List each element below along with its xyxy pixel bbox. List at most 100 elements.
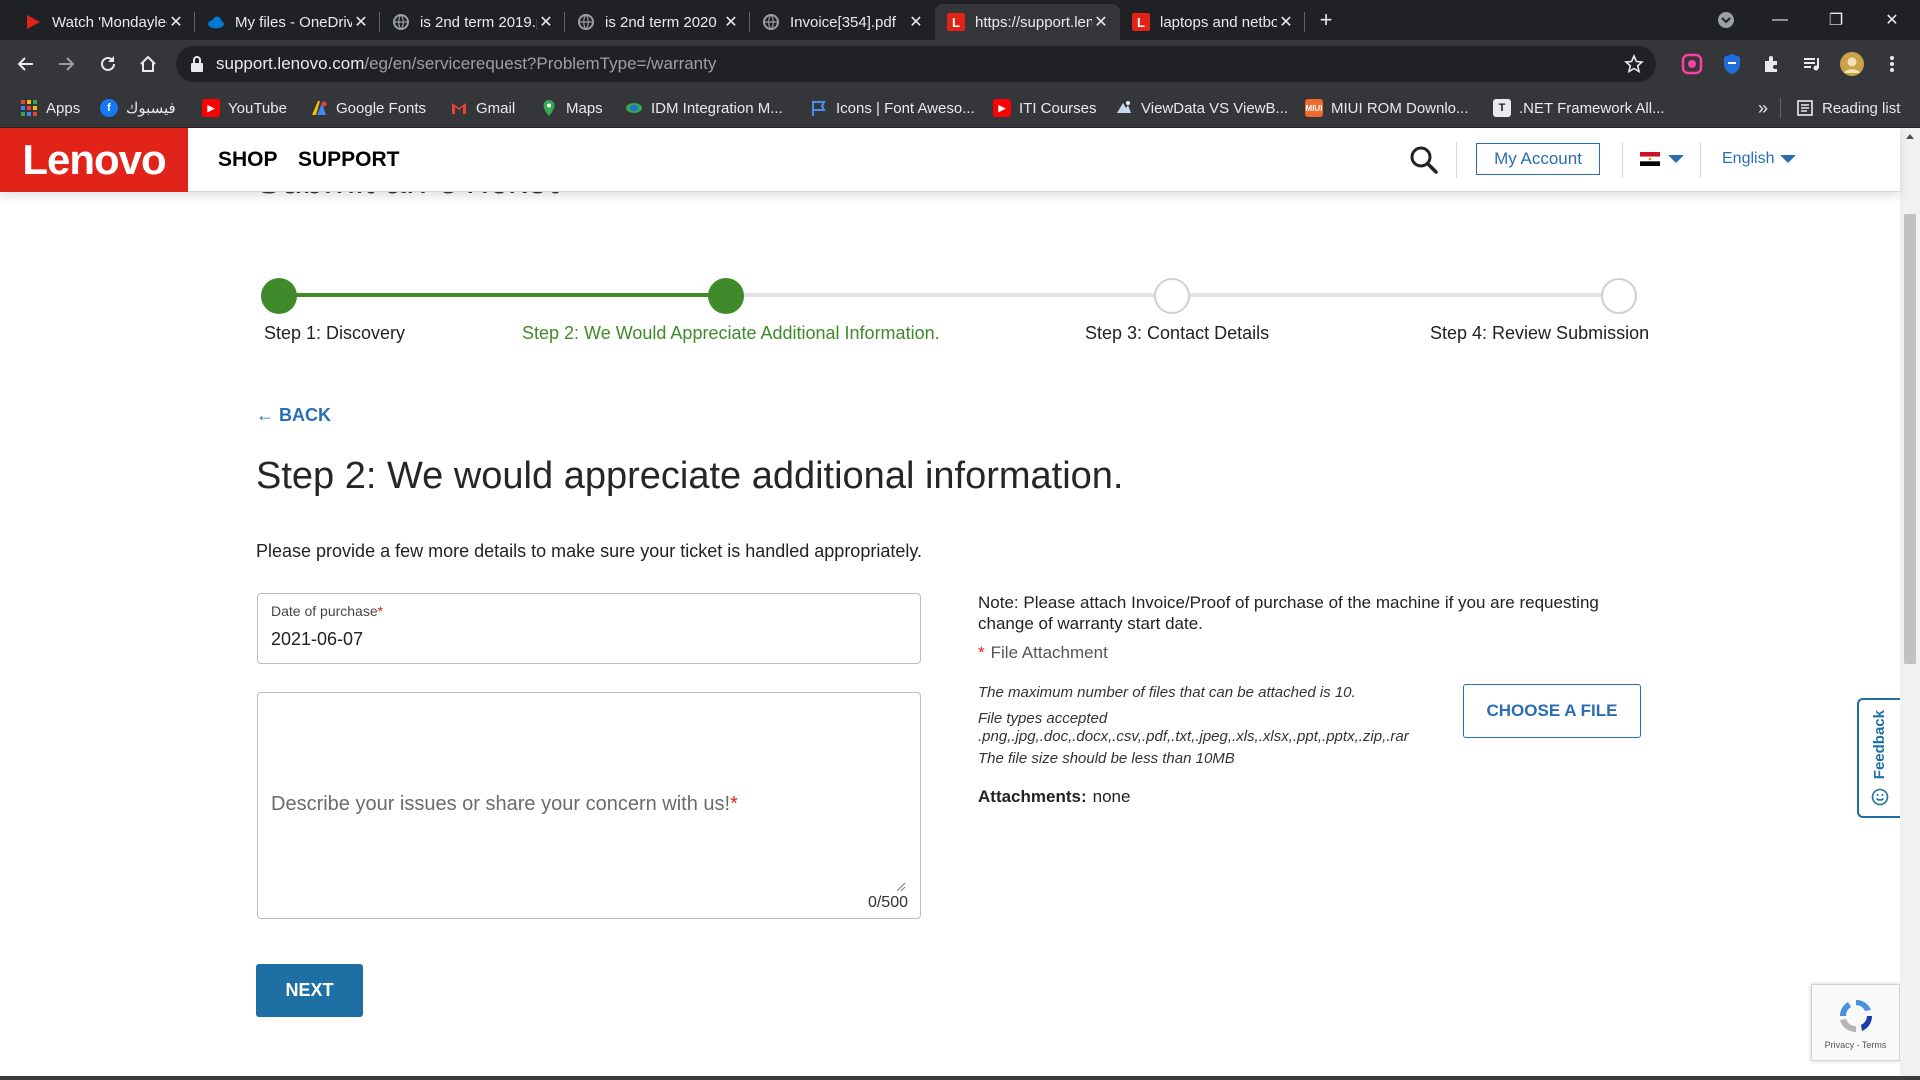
required-mark: * (978, 643, 985, 662)
back-link[interactable]: ← BACK (256, 405, 331, 426)
back-button[interactable] (10, 48, 42, 80)
tab-search-button[interactable] (1706, 0, 1746, 40)
close-icon[interactable]: ✕ (907, 12, 925, 32)
arrow-left-icon (17, 57, 33, 71)
required-mark: * (377, 603, 384, 619)
browser-tab[interactable]: L laptops and netbooks ✕ (1120, 4, 1305, 40)
bookmark-youtube[interactable]: ▶ YouTube (202, 88, 287, 128)
tab-separator (1304, 12, 1305, 32)
bookmark-label: .NET Framework All... (1519, 99, 1665, 117)
miui-icon: MIUI (1305, 99, 1323, 117)
bookmark-iti-courses[interactable]: ▶ ITI Courses (993, 88, 1097, 128)
browser-tab[interactable]: is 2nd term 2019.pdf ✕ (380, 4, 565, 40)
close-icon[interactable]: ✕ (167, 12, 185, 32)
flag-icon (812, 101, 826, 116)
bookmarks-divider (1780, 98, 1781, 118)
music-queue-icon (1804, 58, 1819, 71)
browser-tab-strip: Watch 'Mondaylecture ✕ My files - OneDri… (0, 0, 1920, 40)
bookmark-gmail[interactable]: Gmail (450, 88, 515, 128)
browser-tab[interactable]: Watch 'Mondaylecture ✕ (0, 4, 195, 40)
bookmark-label: Google Fonts (336, 99, 427, 117)
close-icon[interactable]: ✕ (1092, 12, 1110, 32)
reload-button[interactable] (92, 48, 124, 80)
shield-icon (1724, 54, 1740, 74)
profile-button[interactable] (1836, 48, 1868, 80)
bookmark-facebook[interactable]: f فيسبوك (100, 88, 176, 128)
intro-text: Please provide a few more details to mak… (256, 541, 923, 561)
tab-title: Watch 'Mondaylecture (52, 13, 167, 31)
close-icon[interactable]: ✕ (537, 12, 555, 32)
close-icon[interactable]: ✕ (352, 12, 370, 32)
browser-tab[interactable]: is 2nd term 2020 ✕ (565, 4, 750, 40)
bookmark-dotnet[interactable]: T .NET Framework All... (1493, 88, 1665, 128)
browser-menu-button[interactable] (1876, 48, 1908, 80)
chevron-down-icon[interactable] (1668, 155, 1684, 163)
reading-list-button[interactable]: Reading list (1796, 88, 1900, 128)
scrollbar-thumb[interactable] (1904, 214, 1916, 664)
resize-handle-icon[interactable] (896, 882, 906, 892)
bookmark-font-awesome[interactable]: Icons | Font Aweso... (810, 88, 975, 128)
bookmark-apps[interactable]: Apps (20, 88, 80, 128)
next-button[interactable]: NEXT (256, 964, 363, 1017)
step-3-label: Step 3: Contact Details (1085, 323, 1270, 343)
page-scrollbar[interactable] (1900, 128, 1920, 1080)
date-of-purchase-value: 2021-06-07 (271, 629, 364, 649)
feedback-tab[interactable]: Feedback (1857, 698, 1900, 818)
star-icon[interactable] (1624, 54, 1644, 74)
url-path: /eg/en/servicerequest?ProblemType=/warra… (364, 54, 717, 73)
new-tab-button[interactable]: + (1306, 0, 1346, 40)
url-host: support.lenovo.com (216, 54, 365, 73)
minimize-button[interactable]: — (1760, 0, 1800, 40)
nav-support[interactable]: SUPPORT (298, 148, 400, 172)
close-icon[interactable]: ✕ (1277, 12, 1295, 32)
attachments-status: Attachments: none (978, 787, 1130, 807)
extension-button[interactable] (1716, 48, 1748, 80)
bookmarks-overflow-button[interactable]: » (1758, 88, 1768, 128)
home-button[interactable] (132, 48, 164, 80)
scroll-up-icon[interactable] (1906, 134, 1914, 139)
reload-icon (101, 56, 115, 71)
browser-tab-active[interactable]: L https://support.lenovo ✕ (935, 4, 1120, 40)
bookmark-maps[interactable]: Maps (540, 88, 603, 128)
bookmark-miui[interactable]: MIUI MIUI ROM Downlo... (1305, 88, 1469, 128)
date-label-text: Date of purchase (271, 603, 378, 619)
bookmark-viewdata[interactable]: ViewData VS ViewB... (1115, 88, 1288, 128)
browser-tab[interactable]: Invoice[354].pdf ✕ (750, 4, 935, 40)
bookmark-label: ITI Courses (1019, 99, 1097, 117)
cloud-icon (208, 16, 224, 29)
chevron-down-icon[interactable] (1780, 155, 1796, 163)
step-4-indicator (1601, 278, 1637, 314)
bookmark-idm[interactable]: IDM Integration M... (625, 88, 783, 128)
browser-tab[interactable]: My files - OneDrive ✕ (195, 4, 380, 40)
recaptcha-terms[interactable]: Privacy - Terms (1825, 1040, 1887, 1050)
forward-button[interactable] (50, 48, 82, 80)
egypt-flag-icon[interactable] (1640, 152, 1660, 166)
youtube-icon: ▶ (993, 99, 1011, 117)
file-size-info: The file size should be less than 10MB (978, 750, 1235, 767)
my-account-button[interactable]: My Account (1476, 143, 1600, 175)
issue-description-textarea[interactable]: Describe your issues or share your conce… (257, 692, 921, 919)
choose-file-button[interactable]: CHOOSE A FILE (1463, 684, 1641, 738)
character-counter: 0/500 (867, 894, 908, 911)
apps-grid-icon (21, 100, 37, 116)
media-control-button[interactable] (1796, 48, 1828, 80)
header-divider (1456, 142, 1457, 178)
search-icon[interactable] (1408, 144, 1440, 176)
date-of-purchase-field[interactable]: Date of purchase* 2021-06-07 (257, 593, 921, 664)
tab-title: is 2nd term 2020 (605, 13, 717, 31)
close-icon[interactable]: ✕ (722, 12, 740, 32)
restore-button[interactable]: ❐ (1816, 0, 1856, 40)
idm-icon (626, 103, 642, 113)
address-bar[interactable]: support.lenovo.com/eg/en/servicerequest?… (176, 46, 1656, 82)
page-viewport: Lenovo SHOP SUPPORT My Account English S… (0, 128, 1920, 1080)
lenovo-logo[interactable]: Lenovo (0, 128, 188, 192)
lock-icon (191, 56, 203, 72)
extension-button[interactable] (1676, 48, 1708, 80)
nav-shop[interactable]: SHOP (218, 148, 278, 172)
bookmark-label: ViewData VS ViewB... (1141, 99, 1289, 117)
recaptcha-badge[interactable]: Privacy - Terms (1811, 984, 1900, 1061)
language-selector[interactable]: English (1722, 150, 1774, 168)
extensions-menu-button[interactable] (1756, 48, 1788, 80)
bookmark-google-fonts[interactable]: Google Fonts (310, 88, 426, 128)
close-window-button[interactable]: ✕ (1872, 0, 1912, 40)
